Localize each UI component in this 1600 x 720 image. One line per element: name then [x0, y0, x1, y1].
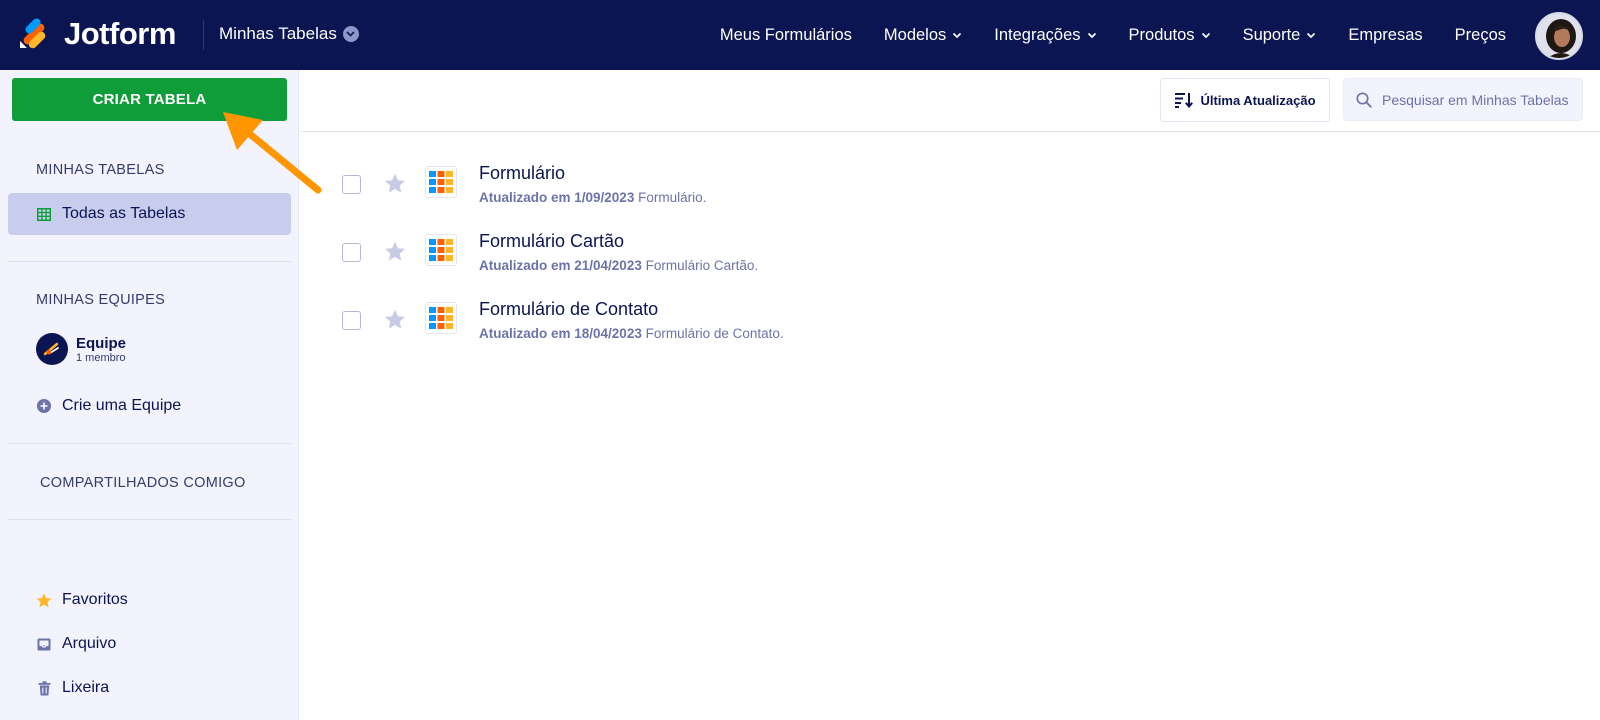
- table-app-icon: [425, 234, 457, 266]
- nav-modelos[interactable]: Modelos: [884, 26, 962, 45]
- nav-label: Empresas: [1348, 25, 1423, 44]
- table-updated: Atualizado em 1/09/2023: [479, 190, 635, 205]
- nav-label: Suporte: [1242, 25, 1301, 44]
- table-updated: Atualizado em 21/04/2023: [479, 258, 642, 273]
- main-nav: Meus Formulários Modelos Integrações Pro…: [688, 0, 1506, 70]
- sidebar-divider: [8, 443, 291, 444]
- nav-label: Modelos: [883, 25, 947, 44]
- table-title[interactable]: Formulário de Contato: [479, 299, 658, 320]
- table-meta: Atualizado em 21/04/2023 Formulário Cart…: [479, 258, 758, 273]
- header-divider: [203, 20, 204, 50]
- sidebar-divider: [8, 519, 291, 520]
- table-source: Formulário de Contato.: [645, 326, 784, 341]
- search-box[interactable]: [1343, 78, 1583, 121]
- sidebar-item-label: Crie uma Equipe: [62, 397, 182, 414]
- avatar-image: [1537, 14, 1581, 58]
- sidebar-divider: [8, 261, 291, 262]
- table-row[interactable]: Formulário Atualizado em 1/09/2023 Formu…: [300, 163, 1600, 223]
- table-app-icon: [425, 166, 457, 198]
- sidebar-item-all-tables[interactable]: Todas as Tabelas: [8, 193, 291, 235]
- sidebar-item-label: Todas as Tabelas: [62, 205, 186, 222]
- table-source: Formulário Cartão.: [645, 258, 759, 273]
- search-icon: [1356, 91, 1372, 108]
- table-title[interactable]: Formulário: [479, 163, 565, 184]
- nav-label: Meus Formulários: [719, 25, 852, 44]
- sort-label: Última Atualização: [1200, 92, 1316, 108]
- star-icon: [36, 592, 52, 608]
- sidebar-item-label: Arquivo: [62, 635, 117, 652]
- row-checkbox[interactable]: [342, 243, 361, 262]
- table-row[interactable]: Formulário Cartão Atualizado em 21/04/20…: [300, 231, 1600, 291]
- nav-integracoes[interactable]: Integrações: [994, 26, 1096, 45]
- favorite-star-icon[interactable]: [384, 309, 406, 330]
- main-toolbar: Última Atualização: [300, 70, 1600, 132]
- archive-icon: [36, 636, 52, 652]
- nav-label: Integrações: [994, 25, 1081, 44]
- table-meta: Atualizado em 1/09/2023 Formulário.: [479, 190, 706, 205]
- sidebar-item-favorites[interactable]: Favoritos: [8, 579, 291, 621]
- nav-precos[interactable]: Preços: [1455, 26, 1506, 45]
- workspace-selector[interactable]: Minhas Tabelas: [219, 24, 359, 44]
- sidebar-item-label: Lixeira: [62, 679, 110, 696]
- chevron-down-icon: [1307, 32, 1316, 38]
- user-avatar[interactable]: [1535, 12, 1583, 60]
- sidebar-item-trash[interactable]: Lixeira: [8, 667, 291, 709]
- chevron-down-icon: [953, 32, 962, 38]
- favorite-star-icon[interactable]: [384, 173, 406, 194]
- row-checkbox[interactable]: [342, 175, 361, 194]
- chevron-down-icon: [342, 26, 359, 42]
- jotform-logo[interactable]: Jotform: [18, 16, 176, 52]
- team-item[interactable]: Equipe 1 membro: [36, 333, 126, 365]
- sort-icon: [1174, 92, 1194, 108]
- team-name: Equipe: [76, 334, 127, 352]
- nav-produtos[interactable]: Produtos: [1129, 26, 1211, 45]
- logo-text: Jotform: [64, 16, 176, 51]
- nav-label: Produtos: [1128, 25, 1195, 44]
- table-source: Formulário.: [638, 190, 707, 205]
- top-navbar: Jotform Minhas Tabelas Meus Formulários …: [0, 0, 1600, 70]
- team-members: 1 membro: [76, 351, 126, 364]
- workspace-label: Minhas Tabelas: [219, 24, 337, 43]
- my-tables-title: MINHAS TABELAS: [36, 162, 165, 178]
- shared-with-me-title[interactable]: COMPARTILHADOS COMIGO: [40, 475, 246, 491]
- favorite-star-icon[interactable]: [384, 241, 406, 262]
- team-avatar-icon: [36, 333, 68, 365]
- create-team-button[interactable]: Crie uma Equipe: [8, 385, 291, 427]
- sidebar-item-label: Favoritos: [62, 591, 128, 608]
- annotation-arrow-icon: [223, 112, 322, 194]
- jotform-logo-icon: [20, 18, 46, 49]
- my-teams-title: MINHAS EQUIPES: [36, 292, 166, 308]
- plus-circle-icon: [36, 398, 52, 414]
- nav-label: Preços: [1454, 25, 1506, 44]
- table-row[interactable]: Formulário de Contato Atualizado em 18/0…: [300, 299, 1600, 359]
- search-input[interactable]: [1382, 91, 1582, 108]
- table-updated: Atualizado em 18/04/2023: [479, 326, 642, 341]
- chevron-down-icon: [1087, 32, 1096, 38]
- trash-icon: [36, 680, 52, 696]
- nav-suporte[interactable]: Suporte: [1243, 26, 1317, 45]
- chevron-down-icon: [1201, 32, 1210, 38]
- table-meta: Atualizado em 18/04/2023 Formulário de C…: [479, 326, 784, 341]
- table-app-icon: [425, 302, 457, 334]
- row-checkbox[interactable]: [342, 311, 361, 330]
- table-grid-icon: [36, 206, 52, 222]
- sort-button[interactable]: Última Atualização: [1160, 78, 1330, 122]
- sidebar-item-archive[interactable]: Arquivo: [8, 623, 291, 665]
- nav-meus-formularios[interactable]: Meus Formulários: [720, 26, 852, 45]
- nav-empresas[interactable]: Empresas: [1348, 26, 1422, 45]
- table-title[interactable]: Formulário Cartão: [479, 231, 624, 252]
